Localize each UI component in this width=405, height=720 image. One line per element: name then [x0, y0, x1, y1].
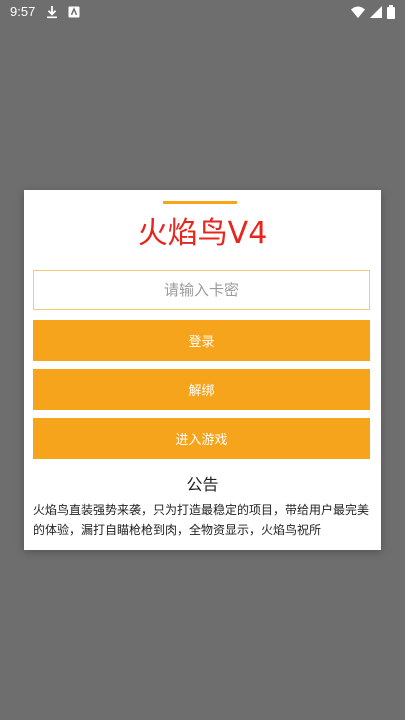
signal-icon: [370, 6, 382, 18]
notice-heading: 公告: [186, 475, 219, 494]
title-accent-bar: [163, 201, 237, 204]
wifi-icon: [351, 6, 365, 18]
status-time: 9:57: [10, 4, 36, 19]
download-icon: [47, 6, 57, 19]
notification-icon: [68, 6, 80, 18]
login-dialog: 火焰鸟V4 登录 解绑 进入游戏 公告 火焰鸟直装强势来袭，只为打造最稳定的项目…: [24, 190, 381, 550]
notice-body: 火焰鸟直装强势来袭，只为打造最稳定的项目，带给用户最完美的体验，漏打自瞄枪枪到肉…: [33, 503, 370, 537]
battery-icon: [387, 5, 395, 19]
login-button[interactable]: 登录: [33, 320, 370, 361]
status-bar: 9:57: [0, 0, 405, 24]
card-key-input[interactable]: [33, 270, 370, 310]
unbind-button[interactable]: 解绑: [33, 369, 370, 410]
dialog-title: 火焰鸟V4: [137, 216, 268, 251]
enter-game-button[interactable]: 进入游戏: [33, 418, 370, 459]
